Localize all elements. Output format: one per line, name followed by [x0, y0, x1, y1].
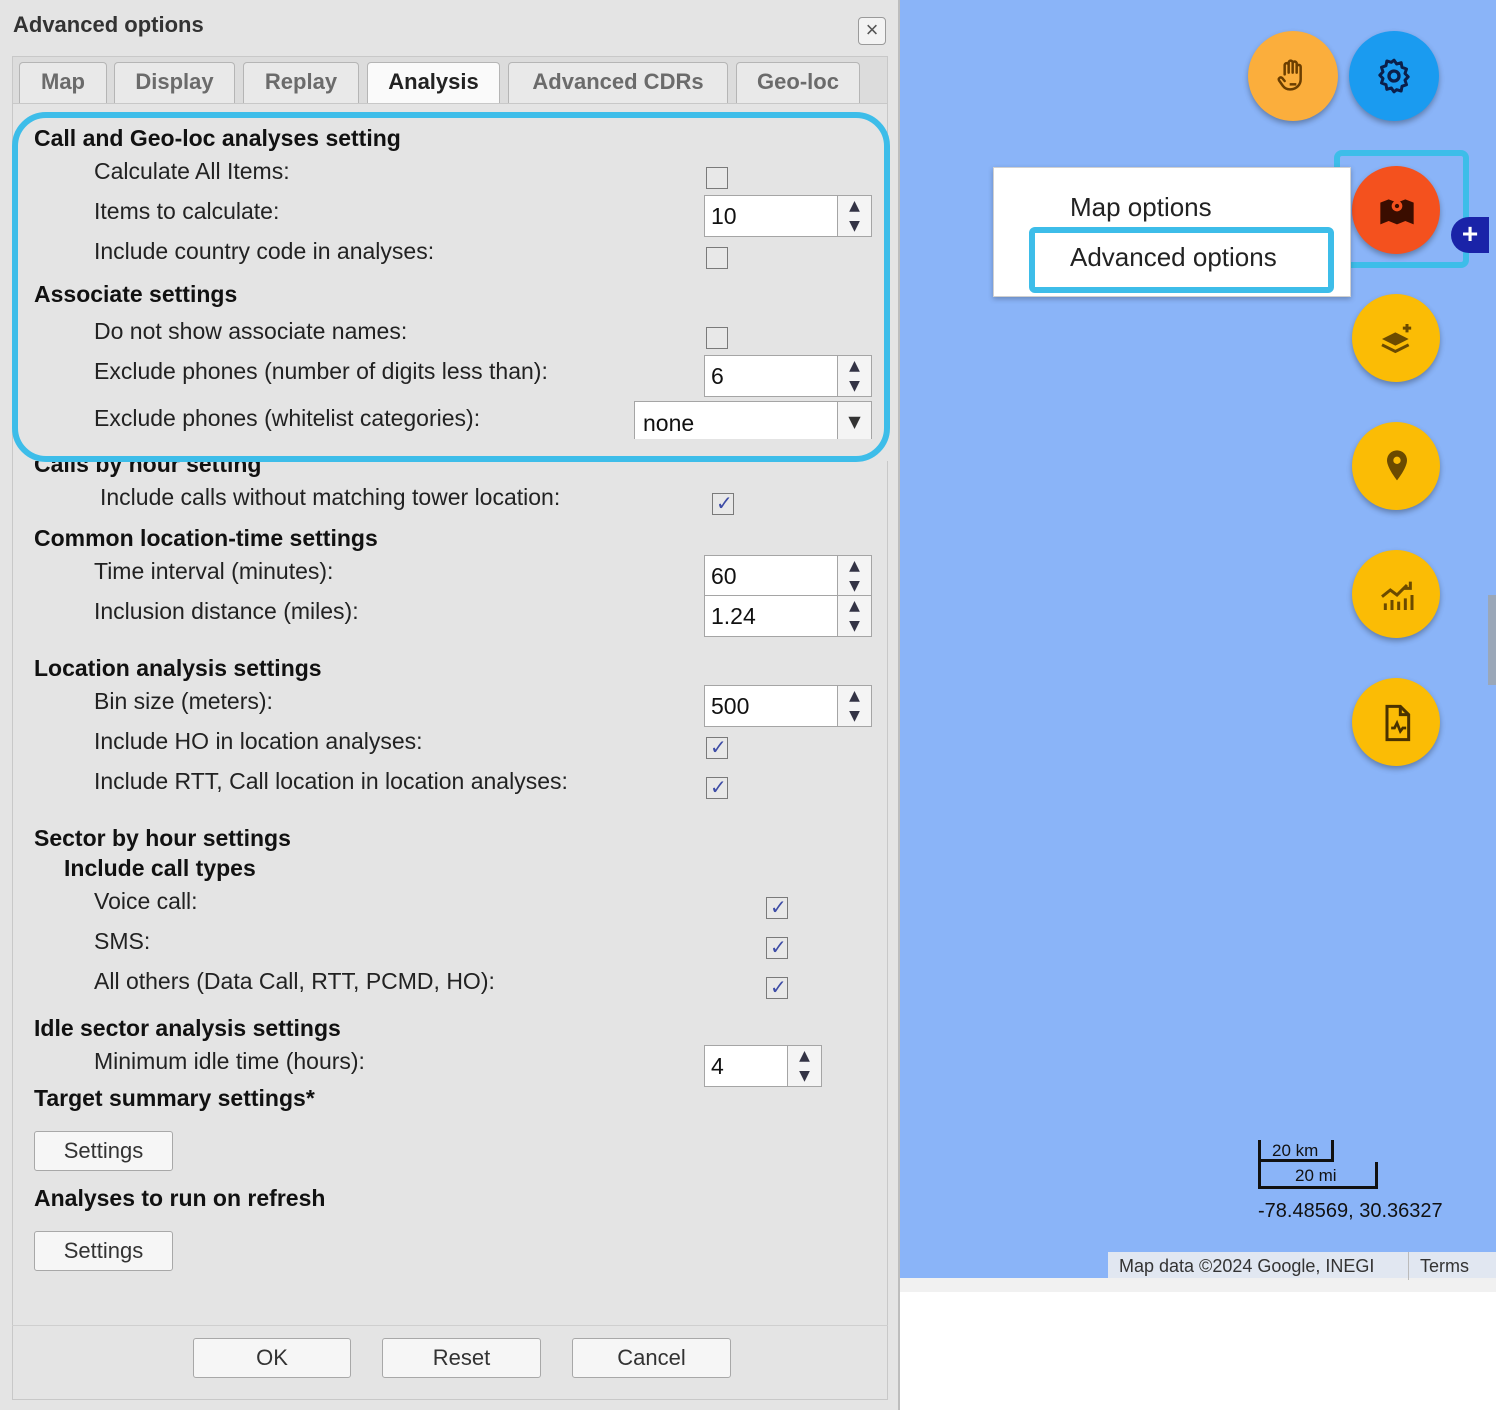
tab-analysis[interactable]: Analysis	[367, 62, 500, 105]
close-button[interactable]: ×	[858, 17, 886, 45]
hand-icon	[1277, 59, 1302, 91]
refresh-settings-button[interactable]: Settings	[34, 1231, 173, 1271]
inclusion-distance-value: 1.24	[711, 603, 756, 629]
inclusion-distance-stepper[interactable]: 1.24 ▲ ▼	[704, 595, 872, 637]
scale-mi-label: 20 mi	[1295, 1166, 1337, 1185]
time-interval-stepper[interactable]: 60 ▲ ▼	[704, 555, 872, 597]
time-interval-label: Time interval (minutes):	[94, 558, 334, 584]
map-footer-strip	[900, 1278, 1496, 1292]
all-others-label: All others (Data Call, RTT, PCMD, HO):	[94, 968, 495, 994]
location-button[interactable]	[1352, 422, 1440, 510]
voice-call-label: Voice call:	[94, 888, 198, 914]
min-idle-value: 4	[711, 1053, 724, 1079]
bin-size-stepper[interactable]: 500 ▲ ▼	[704, 685, 872, 727]
map-scrollbar[interactable]	[1488, 595, 1496, 685]
include-rtt-checkbox[interactable]	[706, 775, 728, 799]
voice-call-checkbox[interactable]	[766, 895, 788, 919]
advanced-options-highlight	[1029, 227, 1334, 293]
tab-display[interactable]: Display	[114, 62, 235, 103]
increment-icon[interactable]: ▲	[838, 556, 871, 576]
decrement-icon[interactable]: ▼	[788, 1066, 821, 1086]
tab-replay[interactable]: Replay	[243, 62, 359, 103]
map-options-highlight	[1334, 150, 1469, 268]
expand-button[interactable]: +	[1451, 217, 1489, 253]
ok-button[interactable]: OK	[193, 1338, 351, 1378]
document-chart-icon	[1385, 704, 1411, 742]
decrement-icon[interactable]: ▼	[838, 616, 871, 636]
terms-link[interactable]: Terms	[1420, 1256, 1469, 1277]
include-calls-checkbox[interactable]	[712, 491, 734, 515]
map-attribution: Map data ©2024 Google, INEGI Terms	[1108, 1252, 1496, 1280]
increment-icon[interactable]: ▲	[838, 686, 871, 706]
include-ho-checkbox[interactable]	[706, 735, 728, 759]
target-settings-button[interactable]: Settings	[34, 1131, 173, 1171]
decrement-icon[interactable]: ▼	[838, 706, 871, 726]
analytics-button[interactable]	[1352, 550, 1440, 638]
bin-size-label: Bin size (meters):	[94, 688, 273, 714]
gear-icon	[1378, 58, 1410, 94]
section-target-heading: Target summary settings*	[34, 1085, 315, 1111]
section-location-heading: Location analysis settings	[34, 655, 322, 681]
time-interval-value: 60	[711, 563, 737, 589]
chart-icon	[1381, 581, 1414, 610]
include-rtt-label: Include RTT, Call location in location a…	[94, 768, 568, 794]
increment-icon[interactable]: ▲	[838, 596, 871, 616]
min-idle-stepper[interactable]: 4 ▲ ▼	[704, 1045, 822, 1087]
section-refresh-heading: Analyses to run on refresh	[34, 1185, 326, 1211]
attribution-text: Map data ©2024 Google, INEGI	[1119, 1256, 1375, 1276]
cancel-button[interactable]: Cancel	[572, 1338, 731, 1378]
include-ho-label: Include HO in location analyses:	[94, 728, 423, 754]
cursor-coordinates: -78.48569, 30.36327	[1258, 1200, 1443, 1222]
add-layer-button[interactable]	[1352, 294, 1440, 382]
pan-button[interactable]	[1248, 31, 1338, 121]
section-common-heading: Common location-time settings	[34, 525, 378, 551]
location-pin-icon	[1387, 450, 1407, 481]
tab-map[interactable]: Map	[19, 62, 107, 103]
increment-icon[interactable]: ▲	[788, 1046, 821, 1066]
sms-checkbox[interactable]	[766, 935, 788, 959]
dialog-title: Advanced options	[13, 12, 204, 37]
all-others-checkbox[interactable]	[766, 975, 788, 999]
footer-divider	[12, 1325, 888, 1326]
section-idle-heading: Idle sector analysis settings	[34, 1015, 341, 1041]
attribution-divider	[1408, 1252, 1409, 1280]
reset-button[interactable]: Reset	[382, 1338, 541, 1378]
call-types-subheading: Include call types	[64, 855, 256, 881]
min-idle-label: Minimum idle time (hours):	[94, 1048, 365, 1074]
bin-size-value: 500	[711, 693, 750, 719]
sms-label: SMS:	[94, 928, 151, 954]
advanced-options-dialog: Advanced options × Map Display Replay An…	[0, 0, 900, 1410]
decrement-icon[interactable]: ▼	[838, 576, 871, 596]
report-button[interactable]	[1352, 678, 1440, 766]
settings-button[interactable]	[1349, 31, 1439, 121]
layers-add-icon	[1381, 324, 1412, 354]
section-sector-heading: Sector by hour settings	[34, 825, 291, 851]
scale-km-label: 20 km	[1272, 1141, 1319, 1160]
tab-advanced-cdrs[interactable]: Advanced CDRs	[508, 62, 728, 103]
menu-item-map-options[interactable]: Map options	[1070, 192, 1212, 223]
include-calls-label: Include calls without matching tower loc…	[100, 484, 561, 510]
tab-geo-loc[interactable]: Geo-loc	[736, 62, 860, 103]
inclusion-distance-label: Inclusion distance (miles):	[94, 598, 359, 624]
settings-highlight	[12, 112, 890, 462]
